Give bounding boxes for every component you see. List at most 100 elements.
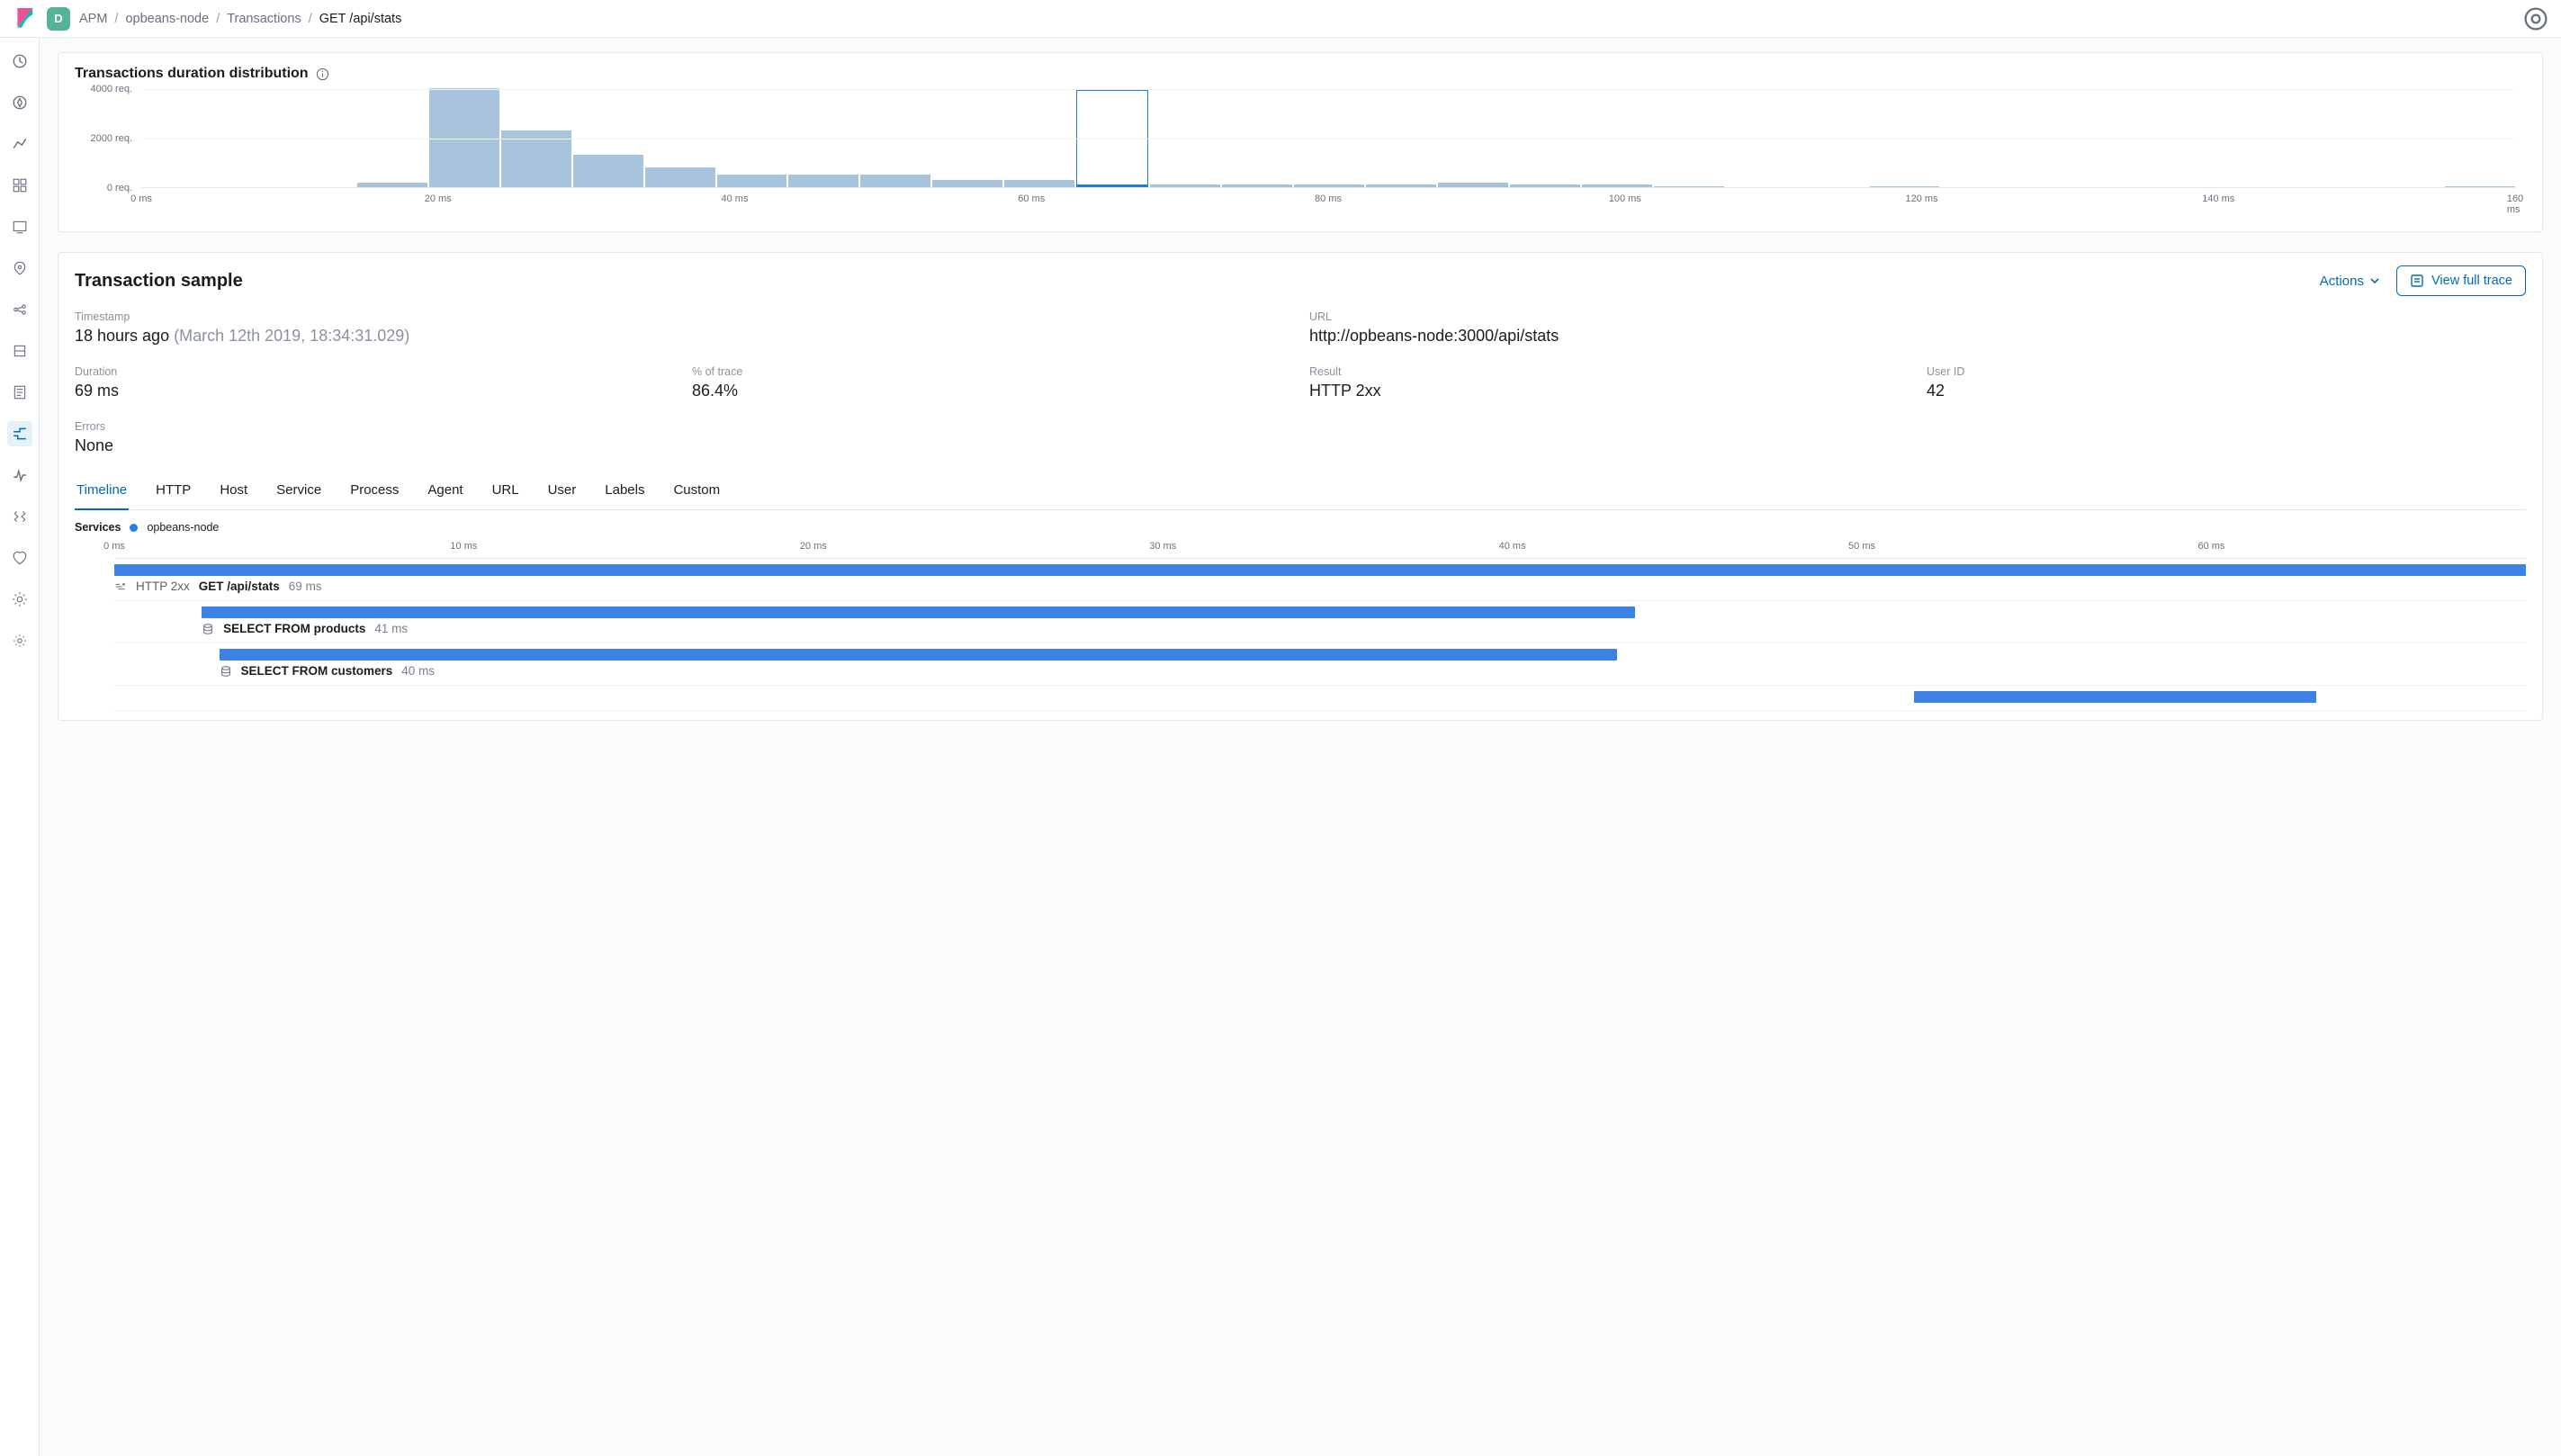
hist-bar[interactable] bbox=[1366, 184, 1436, 187]
tab-service[interactable]: Service bbox=[274, 475, 323, 509]
hist-bar[interactable] bbox=[788, 175, 858, 187]
hist-bar[interactable] bbox=[1294, 184, 1364, 187]
view-full-trace-label: View full trace bbox=[2431, 274, 2512, 288]
tab-labels[interactable]: Labels bbox=[603, 475, 646, 509]
hist-bar[interactable] bbox=[645, 167, 715, 187]
hist-bar[interactable] bbox=[1004, 180, 1074, 187]
duration-histogram[interactable]: 0 req.2000 req.4000 req. 0 ms20 ms40 ms6… bbox=[75, 89, 2526, 222]
trace-icon bbox=[114, 580, 127, 593]
span-row[interactable] bbox=[114, 686, 2526, 711]
timeline-tick: 10 ms bbox=[450, 541, 477, 552]
timeline-tick: 20 ms bbox=[800, 541, 827, 552]
monitoring-icon[interactable] bbox=[7, 545, 32, 571]
dashboard-icon[interactable] bbox=[7, 173, 32, 198]
duration-distribution-panel: Transactions duration distribution 0 req… bbox=[58, 52, 2543, 232]
breadcrumb-service[interactable]: opbeans-node bbox=[125, 12, 209, 26]
hist-xtick: 100 ms bbox=[1609, 193, 1641, 204]
breadcrumb: APM / opbeans-node / Transactions / GET … bbox=[79, 12, 401, 26]
chevron-down-icon bbox=[2369, 275, 2380, 286]
sidenav bbox=[0, 38, 40, 1456]
discover-icon[interactable] bbox=[7, 90, 32, 115]
hist-bar[interactable] bbox=[1654, 186, 1724, 187]
meta-result: Result HTTP 2xx bbox=[1309, 365, 1909, 400]
hist-bar[interactable] bbox=[717, 175, 787, 187]
kibana-logo[interactable] bbox=[7, 8, 45, 30]
tab-agent[interactable]: Agent bbox=[426, 475, 464, 509]
tab-url[interactable]: URL bbox=[490, 475, 521, 509]
hist-ytick: 0 req. bbox=[107, 183, 132, 193]
hist-bar[interactable] bbox=[357, 183, 427, 188]
content: Transactions duration distribution 0 req… bbox=[40, 38, 2561, 1456]
apm-icon[interactable] bbox=[7, 421, 32, 446]
breadcrumb-transactions[interactable]: Transactions bbox=[227, 12, 301, 26]
tab-custom[interactable]: Custom bbox=[671, 475, 722, 509]
hist-xtick: 40 ms bbox=[722, 193, 749, 204]
actions-label: Actions bbox=[2320, 274, 2364, 289]
hist-bar[interactable] bbox=[932, 180, 1002, 187]
hist-xtick: 0 ms bbox=[130, 193, 152, 204]
duration-distribution-title: Transactions duration distribution bbox=[75, 66, 309, 82]
recent-icon[interactable] bbox=[7, 49, 32, 74]
span-duration: 69 ms bbox=[289, 580, 322, 593]
database-icon bbox=[220, 665, 232, 678]
hist-bar[interactable] bbox=[860, 175, 930, 187]
span-row[interactable]: SELECT FROM customers40 ms bbox=[114, 643, 2526, 686]
span-name: SELECT FROM products bbox=[223, 622, 365, 635]
span-result: HTTP 2xx bbox=[136, 580, 190, 593]
transaction-sample-panel: Transaction sample Actions View full tra… bbox=[58, 252, 2543, 721]
space-switcher[interactable]: D bbox=[47, 7, 70, 31]
span-bar bbox=[220, 649, 1618, 661]
hist-xtick: 120 ms bbox=[1905, 193, 1937, 204]
visualize-icon[interactable] bbox=[7, 131, 32, 157]
maps-icon[interactable] bbox=[7, 256, 32, 281]
breadcrumb-apm[interactable]: APM bbox=[79, 12, 107, 26]
tab-user[interactable]: User bbox=[546, 475, 579, 509]
sample-tabs: Timeline HTTP Host Service Process Agent URL Us… bbox=[75, 475, 2526, 510]
tab-process[interactable]: Process bbox=[348, 475, 400, 509]
timeline-tick: 30 ms bbox=[1149, 541, 1176, 552]
hist-bar[interactable] bbox=[2445, 186, 2515, 187]
hist-bar[interactable] bbox=[1222, 184, 1292, 187]
ml-icon[interactable] bbox=[7, 297, 32, 322]
uptime-icon[interactable] bbox=[7, 463, 32, 488]
meta-pct-trace: % of trace 86.4% bbox=[692, 365, 1291, 400]
info-icon[interactable] bbox=[316, 67, 329, 81]
hist-bar[interactable] bbox=[1870, 186, 1940, 187]
services-legend: Services opbeans-node bbox=[75, 521, 2526, 534]
timeline-axis: 0 ms10 ms20 ms30 ms40 ms50 ms60 ms bbox=[114, 539, 2526, 559]
span-row[interactable]: HTTP 2xxGET /api/stats69 ms bbox=[114, 559, 2526, 601]
settings-icon[interactable] bbox=[7, 628, 32, 653]
timeline-tick: 40 ms bbox=[1499, 541, 1526, 552]
hist-bar[interactable] bbox=[1510, 184, 1580, 187]
span-duration: 40 ms bbox=[401, 664, 435, 678]
infra-icon[interactable] bbox=[7, 338, 32, 364]
hist-xtick: 60 ms bbox=[1018, 193, 1045, 204]
timeline-tick: 0 ms bbox=[103, 541, 125, 552]
span-row[interactable]: SELECT FROM products 41 ms bbox=[114, 601, 2526, 643]
tab-http[interactable]: HTTP bbox=[154, 475, 193, 509]
breadcrumb-current: GET /api/stats bbox=[319, 12, 402, 26]
hist-bar[interactable] bbox=[573, 155, 643, 187]
devtools-icon[interactable] bbox=[7, 504, 32, 529]
tab-timeline[interactable]: Timeline bbox=[75, 475, 129, 510]
timeline-tick: 60 ms bbox=[2197, 541, 2224, 552]
logs-icon[interactable] bbox=[7, 380, 32, 405]
actions-dropdown[interactable]: Actions bbox=[2320, 274, 2380, 289]
span-duration: 41 ms bbox=[374, 622, 408, 635]
legend-service: opbeans-node bbox=[147, 521, 219, 534]
view-full-trace-button[interactable]: View full trace bbox=[2396, 265, 2526, 296]
breadcrumb-sep: / bbox=[216, 12, 220, 26]
hist-ytick: 2000 req. bbox=[91, 133, 132, 144]
breadcrumb-sep: / bbox=[114, 12, 118, 26]
space-letter: D bbox=[54, 12, 62, 25]
hist-bar[interactable] bbox=[1582, 184, 1652, 187]
hist-bar[interactable] bbox=[429, 88, 499, 187]
transaction-sample-title: Transaction sample bbox=[75, 271, 243, 292]
sample-meta: Timestamp 18 hours ago (March 12th 2019,… bbox=[75, 310, 2526, 455]
canvas-icon[interactable] bbox=[7, 214, 32, 239]
hist-bar[interactable] bbox=[1438, 183, 1508, 188]
management-icon[interactable] bbox=[7, 587, 32, 612]
tab-host[interactable]: Host bbox=[218, 475, 249, 509]
hist-bar[interactable] bbox=[1150, 184, 1220, 187]
newsfeed-icon[interactable] bbox=[2523, 6, 2548, 31]
